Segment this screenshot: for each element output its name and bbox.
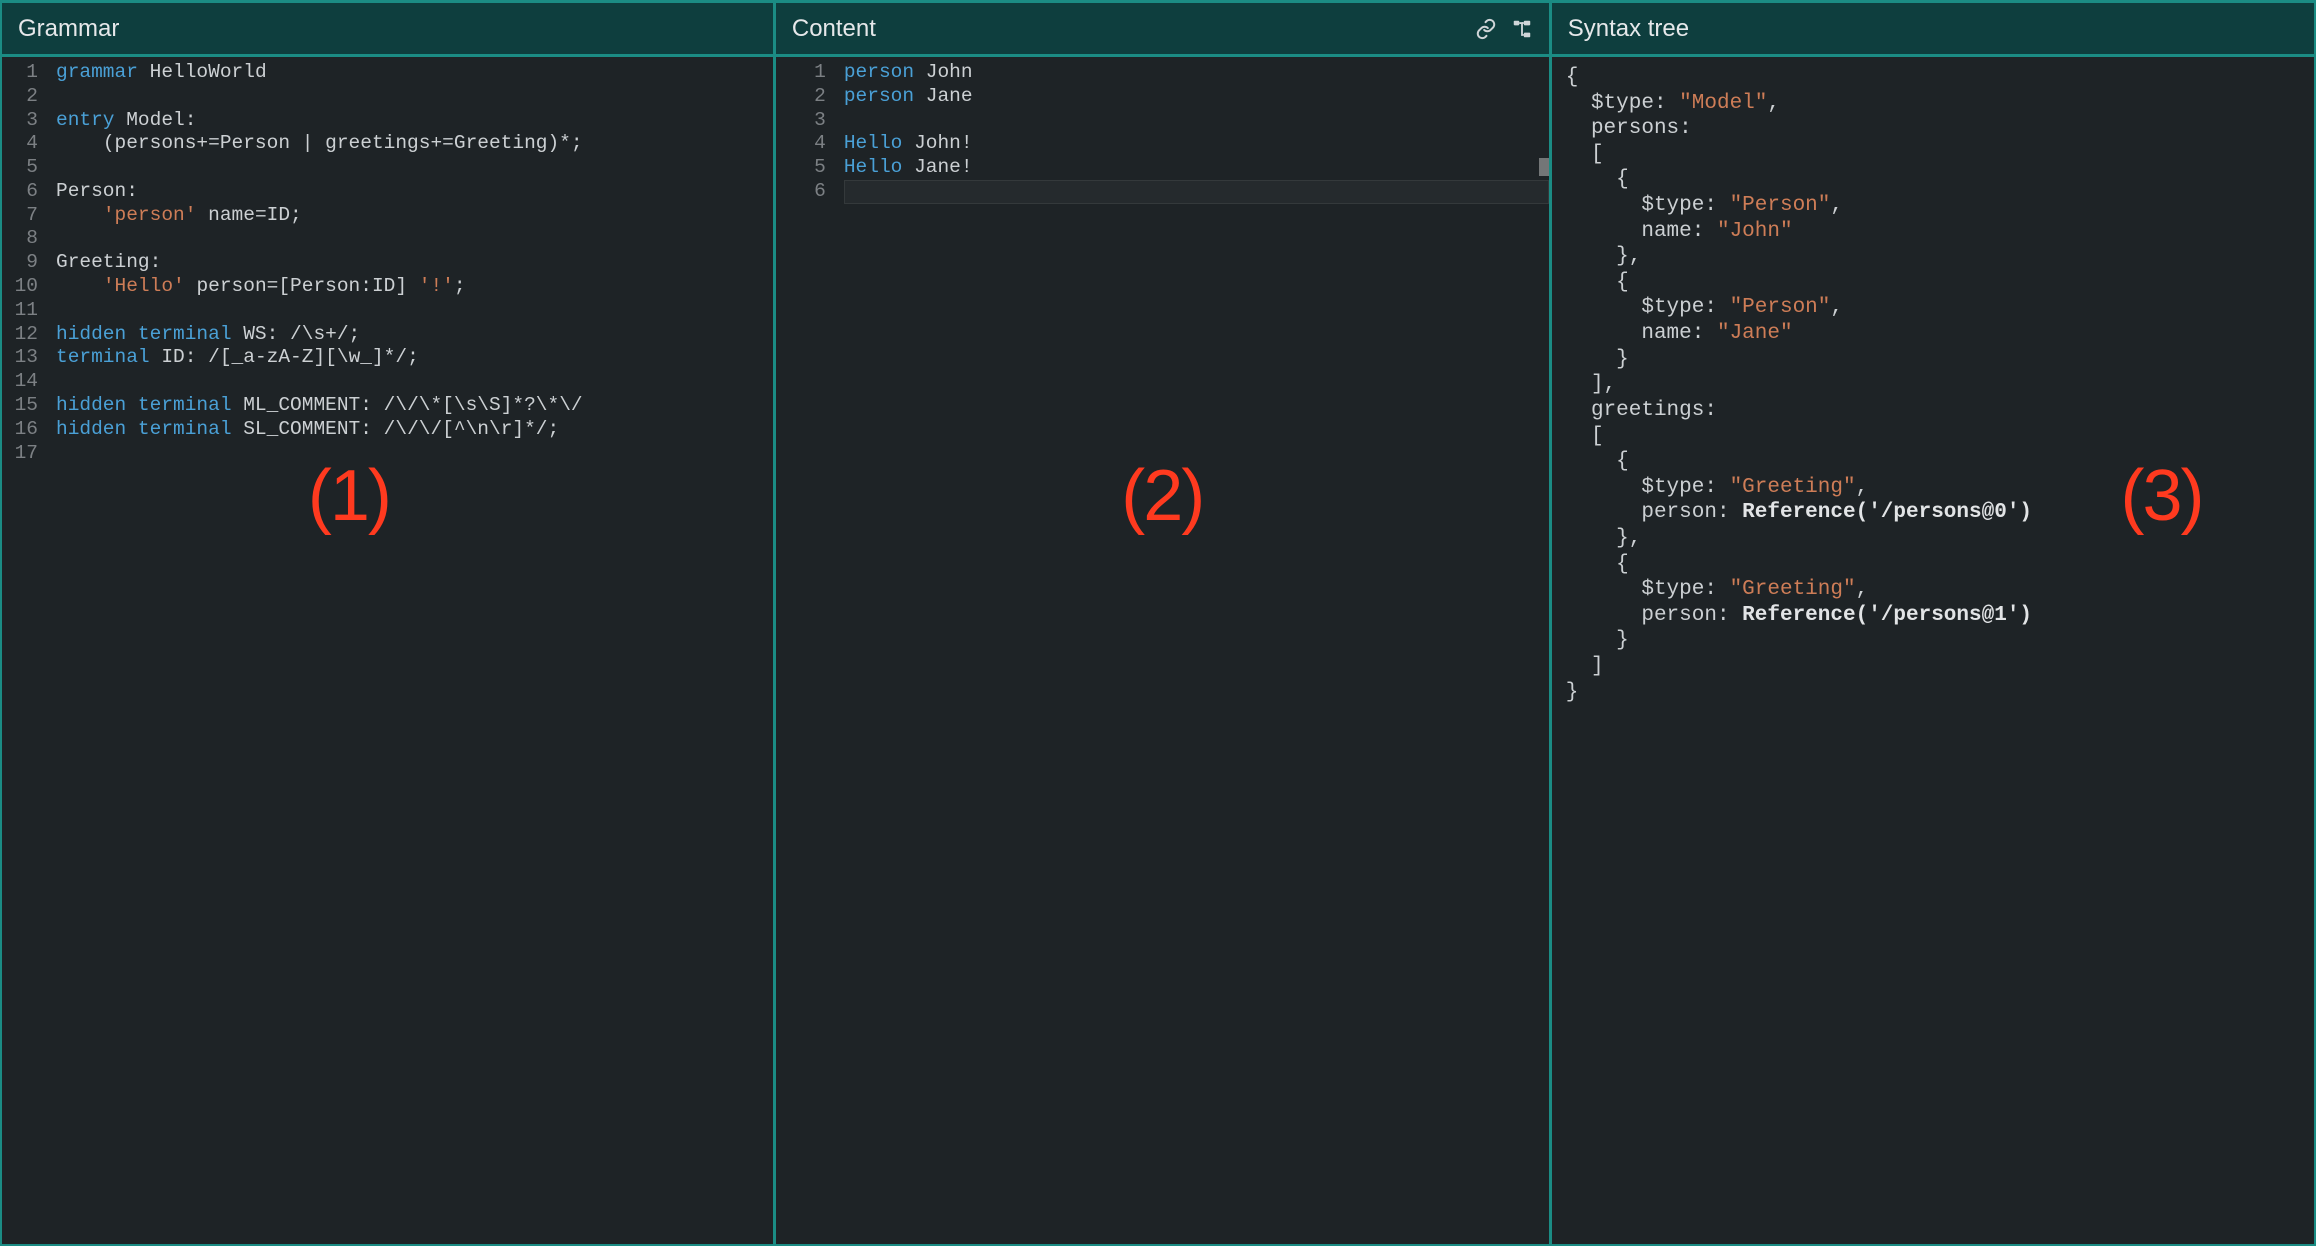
pane-grammar: Grammar 1234567891011121314151617 gramma… xyxy=(0,0,776,1246)
pane-syntax: Syntax tree { $type: "Model", persons: [… xyxy=(1552,0,2316,1246)
syntax-tree-body[interactable]: { $type: "Model", persons: [ { $type: "P… xyxy=(1552,57,2314,1244)
pane-content-header: Content xyxy=(776,3,1549,57)
pane-syntax-header: Syntax tree xyxy=(1552,3,2314,57)
app-root: Grammar 1234567891011121314151617 gramma… xyxy=(0,0,2316,1246)
grammar-editor[interactable]: 1234567891011121314151617 grammar HelloW… xyxy=(2,57,773,1244)
pane-grammar-title: Grammar xyxy=(18,15,119,43)
pane-content: Content xyxy=(776,0,1552,1246)
link-icon[interactable] xyxy=(1475,18,1497,40)
pane-syntax-title: Syntax tree xyxy=(1568,15,1689,43)
content-header-actions xyxy=(1475,18,1533,40)
content-editor[interactable]: 123456 person Johnperson Jane Hello John… xyxy=(776,57,1549,1244)
pane-content-title: Content xyxy=(792,15,876,43)
grammar-gutter: 1234567891011121314151617 xyxy=(2,61,56,1244)
content-gutter: 123456 xyxy=(776,61,844,1244)
content-minimap[interactable] xyxy=(1539,158,1549,176)
content-code[interactable]: person Johnperson Jane Hello John!Hello … xyxy=(844,61,1549,1244)
pane-grammar-header: Grammar xyxy=(2,3,773,57)
grammar-code[interactable]: grammar HelloWorld entry Model: (persons… xyxy=(56,61,773,1244)
tree-icon[interactable] xyxy=(1511,18,1533,40)
